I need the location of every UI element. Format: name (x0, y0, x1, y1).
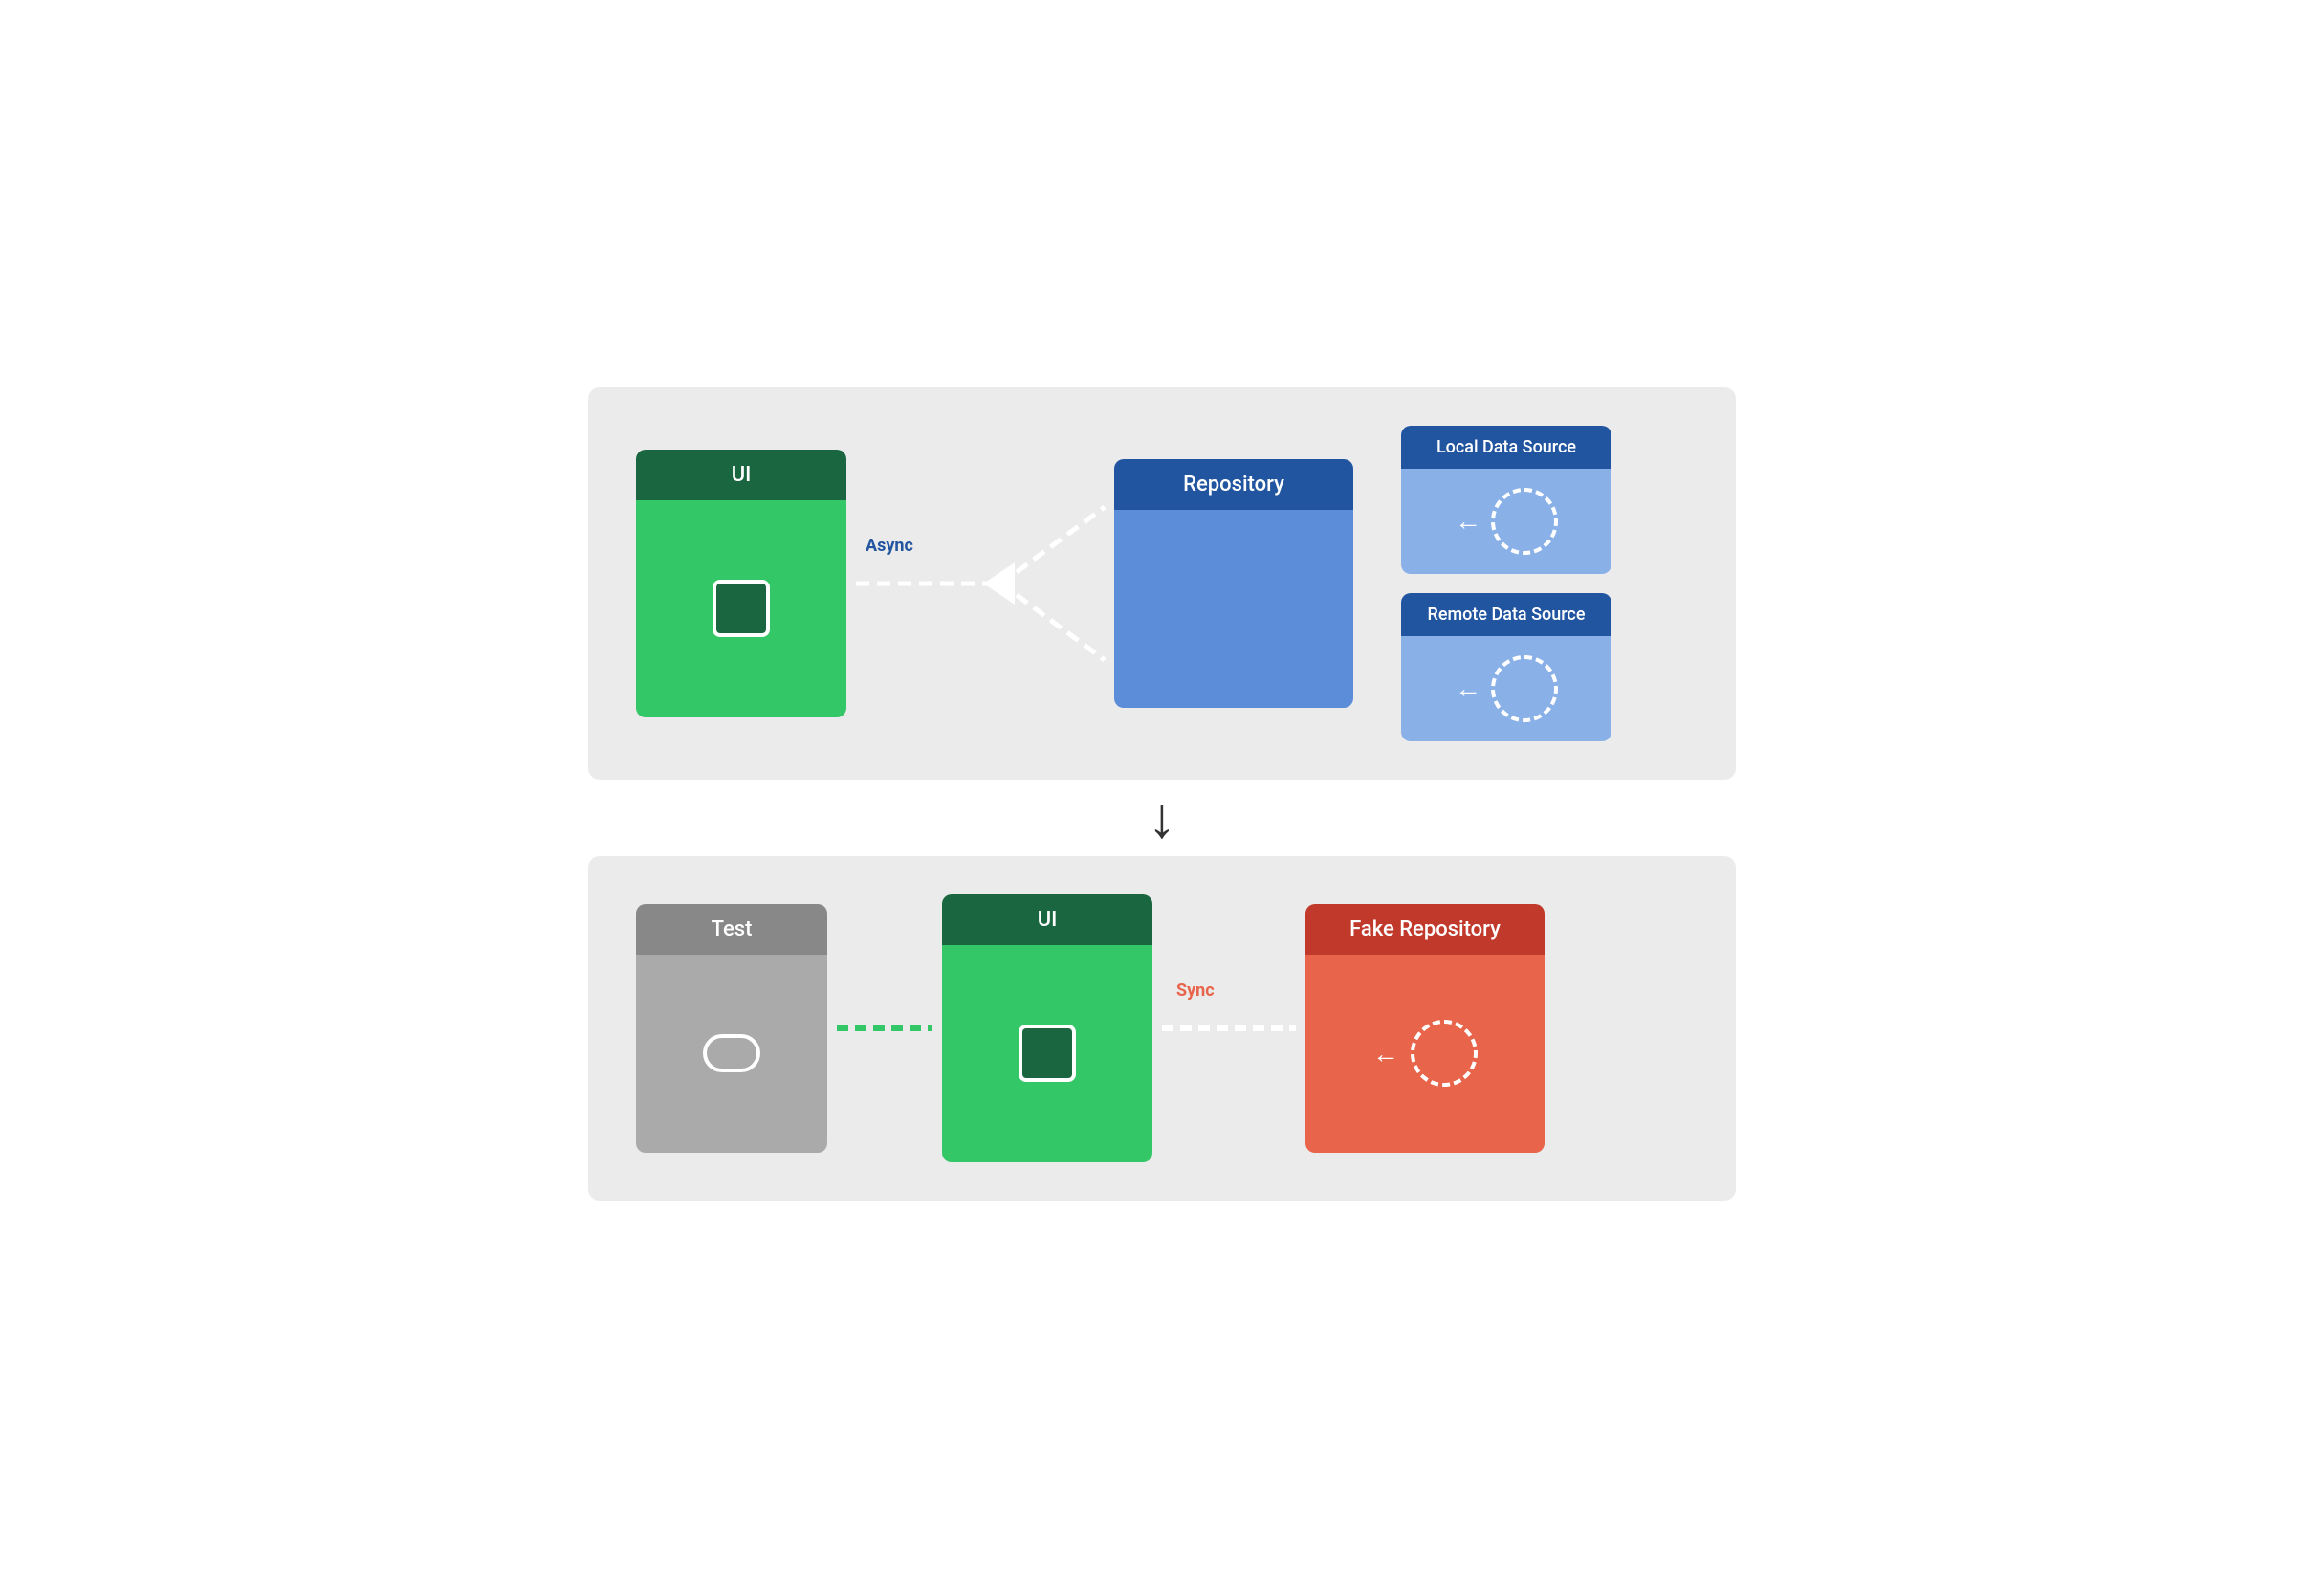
test-capsule-icon (703, 1034, 760, 1072)
fake-repo-header: Fake Repository (1305, 904, 1545, 955)
ui-header-bottom: UI (942, 894, 1152, 945)
local-ds-arrow: ← (1455, 505, 1481, 537)
ui-body-bottom (942, 945, 1152, 1162)
test-header: Test (636, 904, 827, 955)
repository-body (1114, 510, 1353, 708)
bottom-panel: Test UI Syn (588, 856, 1736, 1201)
local-ds-body: ← (1401, 469, 1611, 574)
test-to-ui-svg (827, 904, 942, 1153)
remote-ds-circle (1491, 655, 1558, 722)
fake-repository-component: Fake Repository ← (1305, 904, 1545, 1153)
diagram-container: UI Async (588, 387, 1736, 1201)
ui-header-top: UI (636, 450, 846, 500)
remote-ds-header: Remote Data Source (1401, 593, 1611, 636)
top-connection-area: Async (846, 450, 1114, 717)
top-panel: UI Async (588, 387, 1736, 780)
async-label: Async (866, 536, 913, 556)
remote-ds-arrow: ← (1455, 672, 1481, 704)
test-body (636, 955, 827, 1153)
local-data-source: Local Data Source ← (1401, 426, 1611, 574)
repository-header: Repository (1114, 459, 1353, 510)
ui-component-top: UI (636, 450, 846, 717)
sync-label: Sync (1176, 981, 1215, 1001)
top-connection-svg (846, 450, 1114, 717)
remote-data-source: Remote Data Source ← (1401, 593, 1611, 741)
test-component: Test (636, 904, 827, 1153)
repository-component: Repository (1114, 459, 1353, 708)
local-ds-header: Local Data Source (1401, 426, 1611, 469)
ui-square-icon-bottom (1019, 1025, 1076, 1082)
bottom-diagram-inner: Test UI Syn (636, 894, 1688, 1162)
arrow-connector: ↓ (1148, 780, 1176, 856)
remote-ds-body: ← (1401, 636, 1611, 741)
test-to-ui-connection (827, 904, 942, 1153)
data-sources-column: Local Data Source ← Remote Data Source ← (1401, 426, 1611, 741)
ui-body-top (636, 500, 846, 717)
fake-repo-arrow: ← (1372, 1038, 1399, 1069)
ui-component-bottom: UI (942, 894, 1152, 1162)
fake-repo-circle (1411, 1020, 1478, 1087)
ui-to-fakerepo-connection: Sync (1152, 904, 1305, 1153)
local-ds-circle (1491, 488, 1558, 555)
ui-square-icon-top (713, 580, 770, 637)
ui-to-fakerepo-svg (1152, 904, 1305, 1153)
arrow-down: ↓ (1148, 789, 1176, 847)
fake-repo-body: ← (1305, 955, 1545, 1153)
top-diagram-inner: UI Async (636, 426, 1688, 741)
